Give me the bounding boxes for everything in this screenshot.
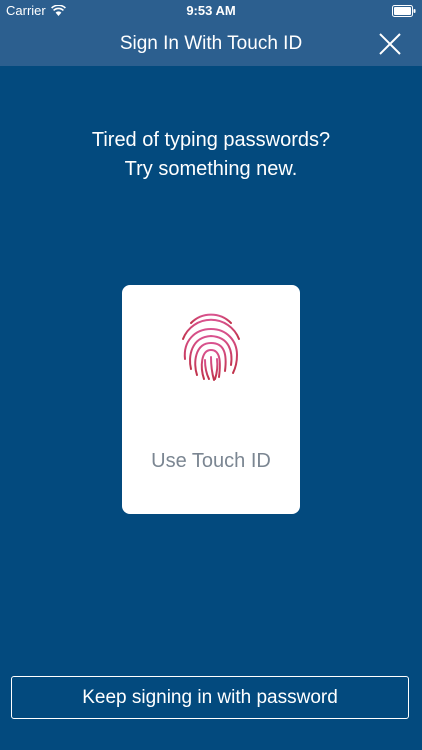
prompt-line-2: Try something new. — [124, 158, 298, 180]
page-title: Sign In With Touch ID — [119, 33, 303, 54]
close-button[interactable] — [376, 30, 404, 58]
touch-id-label: Use Touch ID — [151, 450, 271, 472]
fingerprint-icon — [182, 313, 240, 381]
nav-bar: Sign In With Touch ID — [0, 22, 422, 66]
prompt-line-1: Tired of typing passwords? — [91, 129, 331, 151]
close-icon — [379, 33, 401, 55]
password-sign-in-button[interactable]: Keep signing in with password — [11, 676, 409, 719]
status-bar: Carrier 9:53 AM — [0, 0, 422, 22]
touch-id-prompt: Tired of typing passwords? Try something… — [0, 126, 422, 184]
use-touch-id-button[interactable]: Use Touch ID — [122, 285, 300, 514]
battery-icon — [392, 5, 416, 17]
status-time: 9:53 AM — [186, 3, 236, 18]
